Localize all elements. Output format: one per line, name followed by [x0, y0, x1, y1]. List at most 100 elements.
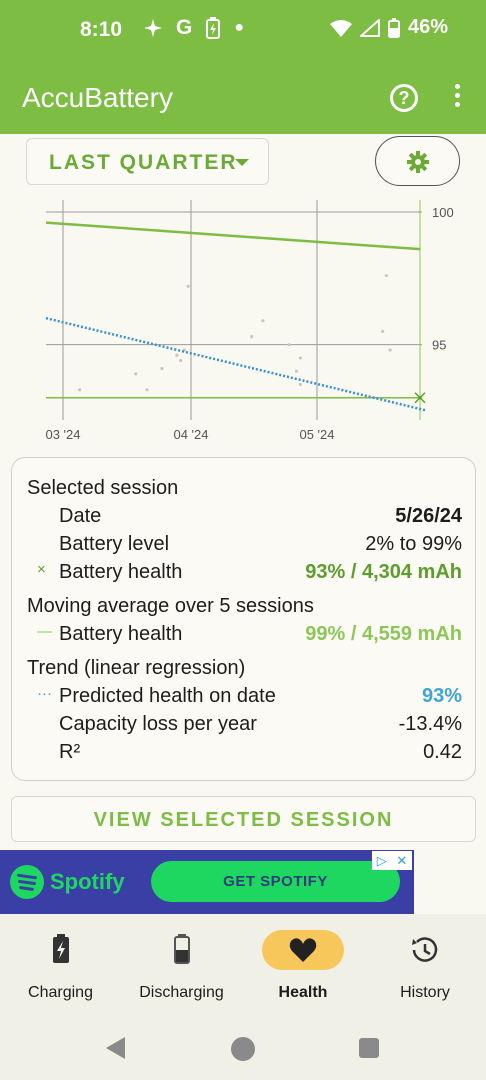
- ad-spacer: [414, 850, 486, 914]
- trend-line: [45, 316, 427, 412]
- dot-icon: ●: [234, 19, 245, 36]
- session-point: [145, 388, 149, 392]
- wifi-icon: [329, 19, 352, 37]
- history-icon: [384, 930, 466, 970]
- battery-saver-icon: [206, 17, 221, 39]
- nav-discharging[interactable]: Discharging: [121, 914, 242, 1016]
- capacity-loss-value: -13.4%: [398, 713, 462, 735]
- dotted-marker-icon: ···: [37, 685, 52, 702]
- nav-history[interactable]: History: [364, 914, 486, 1016]
- date-value: 5/26/24: [395, 505, 462, 527]
- y-tick-label: 95: [432, 338, 446, 353]
- status-time: 8:10: [80, 18, 123, 41]
- range-dropdown-value: LAST QUARTER: [49, 151, 238, 174]
- x-tick-label: 04 '24: [173, 427, 208, 442]
- battery-icon: [387, 17, 400, 38]
- status-bar: 8:10 G ● 46%: [0, 0, 486, 62]
- session-point: [160, 366, 164, 371]
- session-point: [298, 382, 302, 387]
- chevron-down-icon: [235, 159, 249, 166]
- gear-icon: [407, 151, 429, 173]
- system-nav-bar: [0, 1016, 486, 1080]
- spotify-logo: Spotify: [10, 865, 125, 899]
- nav-health-label: Health: [278, 984, 328, 1001]
- help-circle-icon[interactable]: ?: [390, 84, 418, 112]
- date-row: Date 5/26/24: [12, 505, 477, 533]
- battery-health-value: 93% / 4,304 mAh: [305, 561, 462, 583]
- r2-value: 0.42: [423, 741, 462, 763]
- date-label: Date: [59, 505, 102, 527]
- cross-marker-icon: ×: [37, 561, 46, 578]
- trend-heading: Trend (linear regression): [27, 657, 246, 679]
- session-point: [175, 353, 179, 357]
- capacity-loss-label: Capacity loss per year: [59, 713, 257, 735]
- nav-charging-label: Charging: [28, 984, 93, 1001]
- view-selected-session-label: VIEW SELECTED SESSION: [93, 809, 394, 831]
- predicted-health-row: ··· Predicted health on date 93%: [12, 685, 477, 713]
- app-title: AccuBattery: [22, 82, 173, 113]
- more-vert-icon[interactable]: [450, 84, 464, 114]
- back-icon[interactable]: [106, 1037, 125, 1059]
- home-icon[interactable]: [231, 1037, 255, 1061]
- battery-level-label: Battery level: [59, 533, 170, 555]
- ad-banner[interactable]: Spotify GET SPOTIFY ▷ ✕: [0, 850, 414, 914]
- nav-charging[interactable]: Charging: [0, 914, 121, 1016]
- ma-health-value: 99% / 4,559 mAh: [305, 623, 462, 645]
- predicted-health-label: Predicted health on date: [59, 685, 276, 707]
- session-point: [294, 369, 299, 373]
- r2-label: R²: [59, 741, 81, 763]
- battery-level-value: 2% to 99%: [365, 533, 462, 555]
- nav-history-label: History: [400, 984, 450, 1001]
- pinwheel-icon: [144, 19, 162, 37]
- battery-charging-icon: [20, 930, 102, 970]
- chart-settings-button[interactable]: [375, 136, 460, 186]
- system-icons: 46%: [329, 16, 448, 39]
- x-tick-label: 03 '24: [45, 427, 80, 442]
- range-dropdown[interactable]: LAST QUARTER: [26, 138, 269, 185]
- session-point: [381, 329, 385, 333]
- battery-health-row: × Battery health 93% / 4,304 mAh: [12, 561, 477, 589]
- bottom-nav: Charging Discharging Health History: [0, 914, 486, 1016]
- predicted-health-value: 93%: [421, 685, 462, 707]
- recents-icon[interactable]: [359, 1038, 379, 1058]
- session-point: [179, 358, 183, 363]
- battery-icon: [141, 930, 223, 970]
- ma-health-row: — Battery health 99% / 4,559 mAh: [12, 623, 477, 651]
- y-tick-label: 100: [432, 205, 454, 220]
- moving-average-heading: Moving average over 5 sessions: [27, 595, 314, 617]
- ma-health-label: Battery health: [59, 623, 183, 645]
- app-bar: AccuBattery ?: [0, 62, 486, 134]
- session-point: [287, 343, 291, 347]
- ad-info-icon[interactable]: ▷: [377, 853, 387, 869]
- get-spotify-button[interactable]: GET SPOTIFY: [151, 861, 400, 902]
- battery-health-label: Battery health: [59, 561, 183, 583]
- heart-icon: [262, 930, 344, 970]
- chart-svg: 100 95 03 '24 04 '24 05 '24: [45, 200, 454, 442]
- battery-health-chart[interactable]: 100 95 03 '24 04 '24 05 '24: [0, 190, 486, 450]
- battery-level-row: Battery level 2% to 99%: [12, 533, 477, 561]
- ad-choices[interactable]: ▷ ✕: [372, 851, 412, 870]
- session-point: [250, 335, 254, 339]
- session-point: [384, 274, 388, 278]
- notification-icons: G ●: [130, 16, 244, 40]
- google-icon: G: [176, 16, 193, 39]
- capacity-loss-row: Capacity loss per year -13.4%: [12, 713, 477, 741]
- spotify-brand: Spotify: [50, 869, 125, 894]
- x-tick-label: 05 '24: [299, 427, 334, 442]
- signal-icon: [359, 18, 380, 37]
- ad-close-icon[interactable]: ✕: [396, 853, 407, 869]
- session-point: [134, 372, 138, 376]
- line-marker-icon: —: [37, 623, 52, 640]
- spotify-icon: [10, 865, 44, 899]
- nav-health[interactable]: Health: [242, 914, 364, 1016]
- session-point: [186, 284, 190, 288]
- nav-discharging-label: Discharging: [139, 984, 224, 1001]
- session-point: [298, 356, 302, 360]
- session-point: [261, 319, 265, 323]
- session-point: [78, 388, 82, 392]
- r2-row: R² 0.42: [12, 741, 477, 769]
- session-point: [388, 348, 392, 352]
- battery-percent: 46%: [407, 16, 448, 38]
- selected-session-heading: Selected session: [27, 477, 179, 499]
- view-selected-session-button[interactable]: VIEW SELECTED SESSION: [11, 796, 476, 842]
